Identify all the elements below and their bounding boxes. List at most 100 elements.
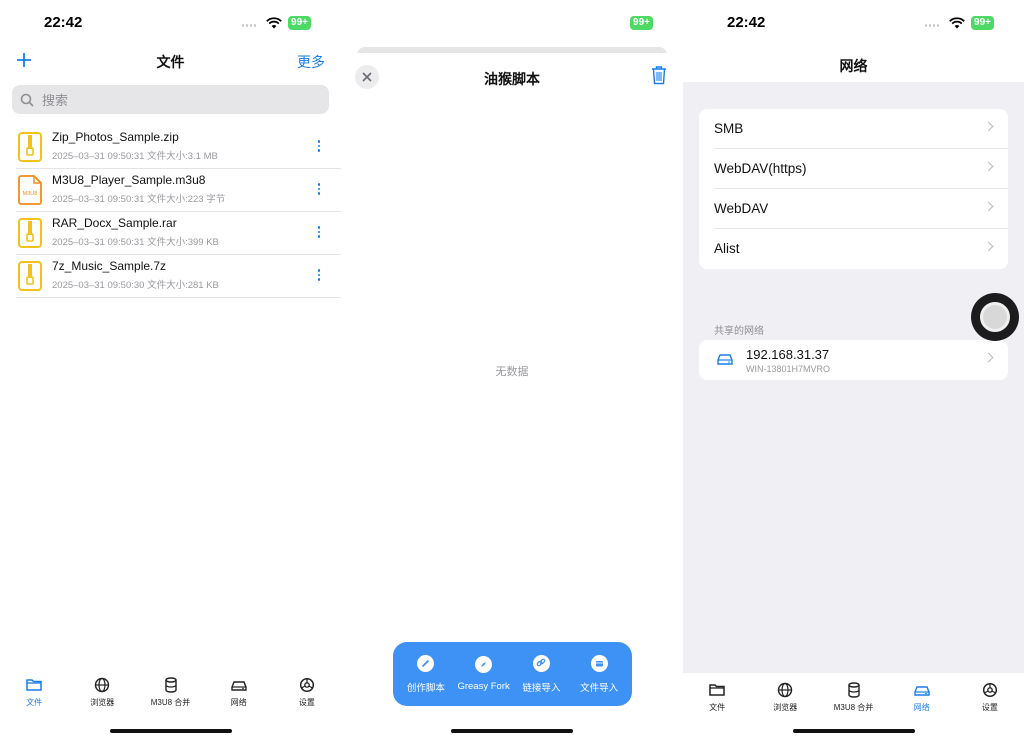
- action-label: 文件导入: [580, 682, 619, 694]
- file-list: Zip_Photos_Sample.zip 2025–03–31 09:50:3…: [0, 126, 341, 298]
- protocol-list: SMB WebDAV(https) WebDAV Alist: [699, 109, 1008, 269]
- wifi-icon: [949, 17, 965, 29]
- more-options-icon[interactable]: [315, 265, 323, 285]
- script-sheet: 油猴脚本: [341, 53, 683, 740]
- battery-indicator: 99+: [288, 16, 311, 30]
- status-time: 22:42: [44, 14, 83, 31]
- file-name: 7z_Music_Sample.7z: [52, 259, 167, 273]
- tab-settings[interactable]: 设置: [273, 676, 341, 716]
- link-import-button[interactable]: 链接导入: [513, 642, 571, 706]
- chevron-right-icon: [983, 352, 994, 363]
- network-drive-icon: [914, 686, 930, 696]
- settings-icon: [299, 677, 314, 693]
- file-meta: 2025–03–31 09:50:30 文件大小:281 KB: [52, 280, 219, 291]
- m3u8-file-icon: M3U8: [18, 175, 42, 205]
- search-placeholder: 搜索: [42, 93, 69, 108]
- sheet-title: 油猴脚本: [484, 71, 540, 87]
- chevron-right-icon: [983, 241, 994, 252]
- tab-label: 浏览器: [90, 698, 115, 707]
- file-row[interactable]: RAR_Docx_Sample.rar 2025–03–31 09:50:31 …: [16, 212, 341, 255]
- action-label: Greasy Fork: [457, 681, 510, 692]
- file-meta: 2025–03–31 09:50:31 文件大小:399 KB: [52, 237, 219, 248]
- file-name: RAR_Docx_Sample.rar: [52, 216, 177, 230]
- tab-browser[interactable]: 浏览器: [68, 676, 136, 716]
- tab-files[interactable]: 文件: [0, 676, 68, 716]
- file-row[interactable]: 7z_Music_Sample.7z 2025–03–31 09:50:30 文…: [16, 255, 341, 298]
- status-bar-icons: 99+: [925, 16, 994, 30]
- file-row[interactable]: M3U8 M3U8_Player_Sample.m3u8 2025–03–31 …: [16, 169, 341, 212]
- chevron-right-icon: [983, 201, 994, 212]
- tab-network[interactable]: 网络: [205, 676, 273, 716]
- file-name: Zip_Photos_Sample.zip: [52, 130, 179, 144]
- protocol-item-webdav-https[interactable]: WebDAV(https): [714, 149, 1008, 189]
- status-bar-icons: 99+: [630, 16, 653, 30]
- file-meta: 2025–03–31 09:50:31 文件大小:223 字节: [52, 194, 226, 205]
- files-screen: 22:42 99+ 文件 更多 搜索 Zip_Photos_Sample.zip…: [0, 0, 341, 740]
- tab-label: 网络: [913, 703, 930, 712]
- status-time: 22:42: [727, 14, 766, 31]
- shared-network-item[interactable]: 192.168.31.37 WIN-13801H7MVRO: [699, 340, 1008, 380]
- search-input[interactable]: 搜索: [12, 85, 329, 114]
- protocol-label: WebDAV: [714, 201, 769, 216]
- tab-files[interactable]: 文件: [683, 681, 751, 740]
- zip-file-icon: [18, 132, 42, 162]
- protocol-label: SMB: [714, 121, 744, 136]
- nav-bar: 22:42 99+ 网络: [683, 0, 1024, 82]
- link-icon: [532, 654, 550, 672]
- protocol-item-smb[interactable]: SMB: [714, 109, 1008, 149]
- trash-icon: [652, 66, 666, 85]
- database-icon: [847, 682, 860, 698]
- folder-icon: [709, 684, 725, 696]
- globe-icon: [95, 677, 110, 693]
- nav-bar: 文件 更多: [0, 48, 341, 74]
- settings-icon: [982, 682, 997, 698]
- more-button[interactable]: 更多: [297, 52, 325, 72]
- database-icon: [164, 677, 177, 693]
- delete-button[interactable]: [651, 65, 667, 90]
- wifi-icon: [266, 17, 282, 29]
- tab-label: 网络: [230, 698, 247, 707]
- shared-hostname: WIN-13801H7MVRO: [746, 364, 831, 374]
- file-import-button[interactable]: 文件导入: [570, 642, 628, 706]
- file-name: M3U8_Player_Sample.m3u8: [52, 173, 206, 187]
- zip-file-icon: [18, 218, 42, 248]
- action-bar: 创作脚本 Greasy Fork 链接导入 文件导入: [393, 642, 632, 706]
- compass-icon: [475, 656, 493, 673]
- create-script-button[interactable]: 创作脚本: [397, 642, 455, 706]
- more-options-icon[interactable]: [315, 222, 323, 242]
- tab-label: M3U8 合并: [833, 703, 874, 712]
- pencil-icon: [417, 654, 435, 672]
- tab-settings[interactable]: 设置: [956, 681, 1024, 740]
- more-options-icon[interactable]: [315, 136, 323, 156]
- assistive-touch-button[interactable]: [971, 293, 1019, 341]
- section-header: 共享的网络: [714, 326, 764, 337]
- network-screen: 22:42 99+ 网络 SMB WebDAV(https) WebDAV Al…: [683, 0, 1024, 740]
- protocol-item-webdav[interactable]: WebDAV: [714, 189, 1008, 229]
- tab-bar: 文件 浏览器 M3U8 合并 网络 设置: [0, 676, 341, 716]
- zip-file-icon: [18, 261, 42, 291]
- script-sheet-screen: 99+ 油猴脚本 无数据 创作脚本 Greasy Fork 链接导入 文件导入: [341, 0, 683, 740]
- action-label: 链接导入: [522, 682, 561, 694]
- home-indicator: [451, 729, 573, 733]
- search-icon: [20, 93, 34, 107]
- tab-label: 文件: [709, 703, 726, 712]
- file-row[interactable]: Zip_Photos_Sample.zip 2025–03–31 09:50:3…: [16, 126, 341, 169]
- greasy-fork-button[interactable]: Greasy Fork: [455, 642, 513, 706]
- page-title: 文件: [156, 54, 185, 70]
- shared-ip: 192.168.31.37: [746, 347, 830, 362]
- chevron-right-icon: [983, 121, 994, 132]
- status-bar-icons: 99+: [242, 16, 311, 30]
- signal-icon: [242, 19, 260, 27]
- protocol-item-alist[interactable]: Alist: [714, 229, 1008, 269]
- folder-icon: [26, 679, 42, 691]
- protocol-label: WebDAV(https): [714, 161, 807, 176]
- network-drive-icon: [231, 681, 247, 691]
- tab-m3u8-merge[interactable]: M3U8 合并: [136, 676, 204, 716]
- tab-label: M3U8 合并: [150, 698, 191, 707]
- page-title: 网络: [839, 58, 868, 74]
- chevron-right-icon: [983, 161, 994, 172]
- more-options-icon[interactable]: [315, 179, 323, 199]
- network-drive-icon: [717, 354, 733, 365]
- signal-icon: [925, 19, 943, 27]
- tab-label: 浏览器: [773, 703, 798, 712]
